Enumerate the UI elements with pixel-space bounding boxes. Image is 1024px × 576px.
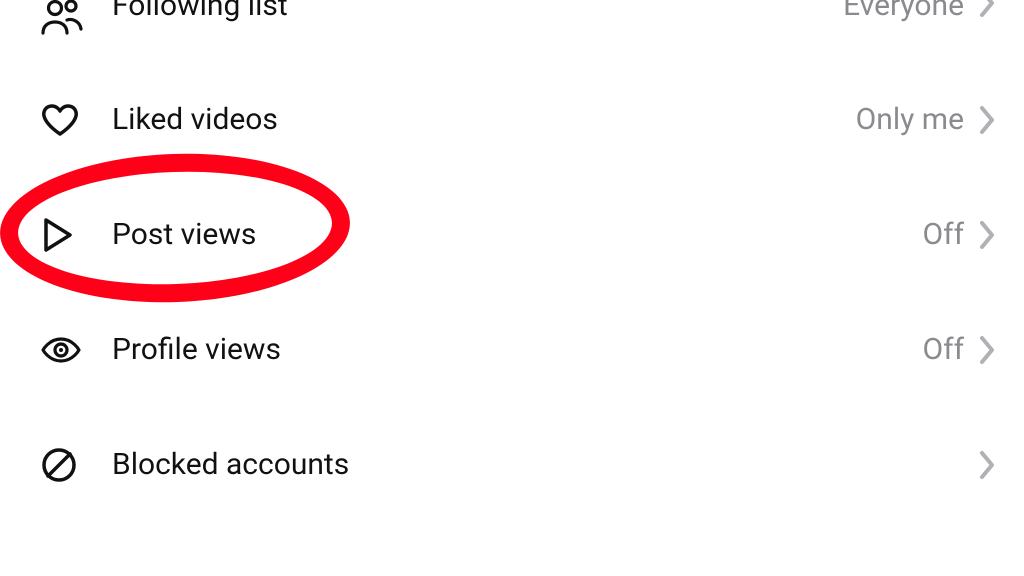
blocked-icon xyxy=(40,446,112,484)
play-triangle-icon xyxy=(40,216,112,254)
chevron-right-icon xyxy=(978,335,996,365)
liked-videos-row[interactable]: Liked videos Only me xyxy=(0,62,1024,177)
privacy-settings-list: Following list Everyone Liked videos Onl… xyxy=(0,0,1024,522)
following-list-value: Everyone xyxy=(843,0,964,23)
heart-icon xyxy=(40,102,112,138)
profile-views-row[interactable]: Profile views Off xyxy=(0,292,1024,407)
post-views-label: Post views xyxy=(112,217,923,252)
profile-views-value: Off xyxy=(923,332,965,367)
chevron-right-icon xyxy=(978,220,996,250)
post-views-value: Off xyxy=(923,217,965,252)
people-icon xyxy=(40,0,112,36)
chevron-right-icon xyxy=(978,0,996,18)
following-list-label: Following list xyxy=(112,0,843,23)
eye-icon xyxy=(40,335,112,365)
chevron-right-icon xyxy=(978,450,996,480)
liked-videos-label: Liked videos xyxy=(112,102,856,137)
profile-views-label: Profile views xyxy=(112,332,923,367)
chevron-right-icon xyxy=(978,105,996,135)
following-list-row[interactable]: Following list Everyone xyxy=(0,0,1024,62)
blocked-accounts-label: Blocked accounts xyxy=(112,447,964,482)
liked-videos-value: Only me xyxy=(856,102,964,137)
post-views-row[interactable]: Post views Off xyxy=(0,177,1024,292)
blocked-accounts-row[interactable]: Blocked accounts xyxy=(0,407,1024,522)
